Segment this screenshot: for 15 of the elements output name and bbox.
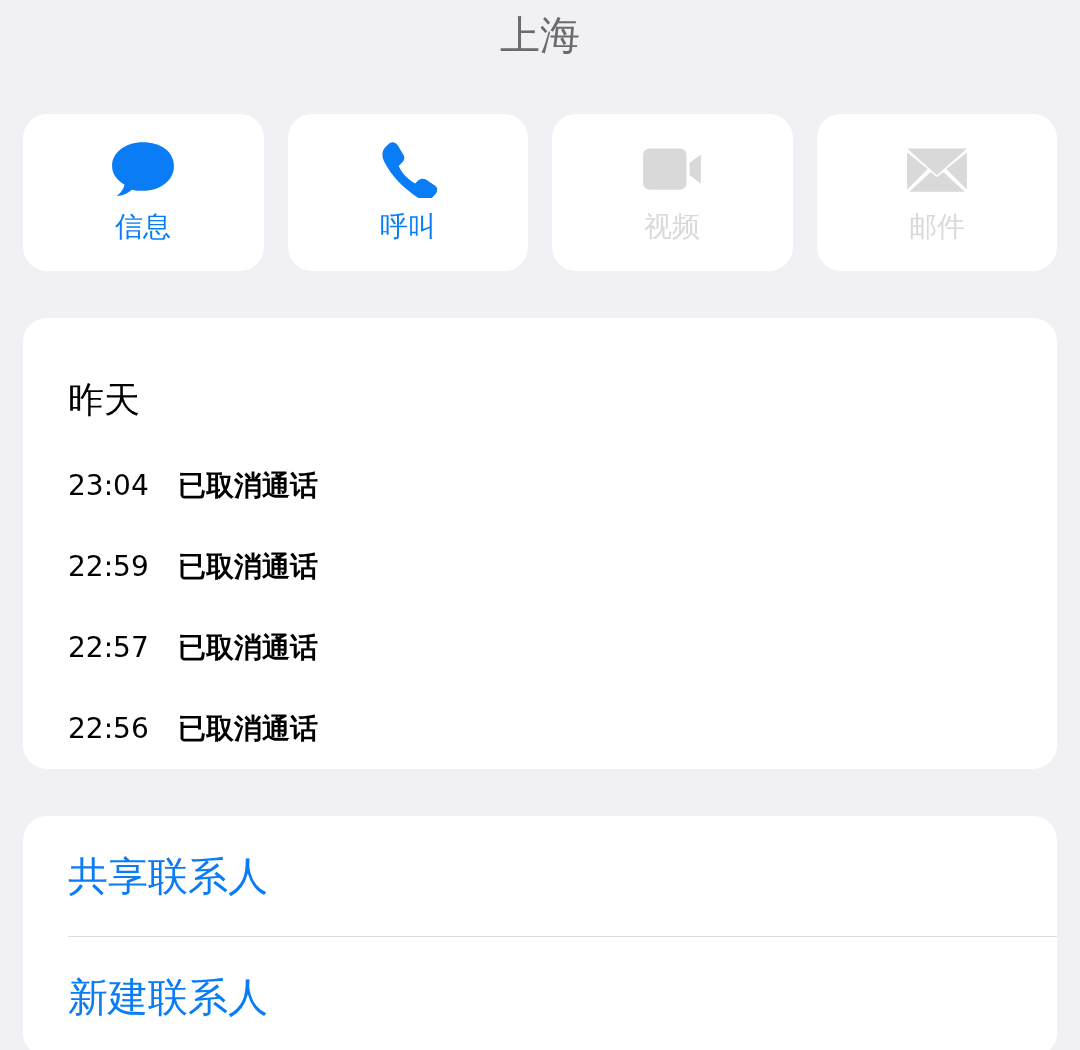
call-status: 已取消通话: [178, 710, 318, 747]
contact-name: 上海: [499, 11, 581, 60]
phone-action-button[interactable]: 呼叫: [287, 114, 528, 271]
message-action-button[interactable]: 信息: [23, 114, 264, 271]
contact-action-link[interactable]: 新建联系人: [68, 969, 268, 1025]
call-time: 22:57: [68, 631, 150, 664]
call-status: 已取消通话: [178, 629, 318, 666]
call-status: 已取消通话: [178, 467, 318, 504]
chat-bubble-icon: [110, 139, 177, 198]
call-time: 22:59: [68, 550, 150, 583]
call-status: 已取消通话: [178, 548, 318, 585]
call-time: 23:04: [68, 469, 150, 502]
call-time: 22:56: [68, 712, 150, 745]
date-heading: 昨天: [68, 378, 141, 422]
contact-action-link[interactable]: 共享联系人: [68, 848, 268, 904]
